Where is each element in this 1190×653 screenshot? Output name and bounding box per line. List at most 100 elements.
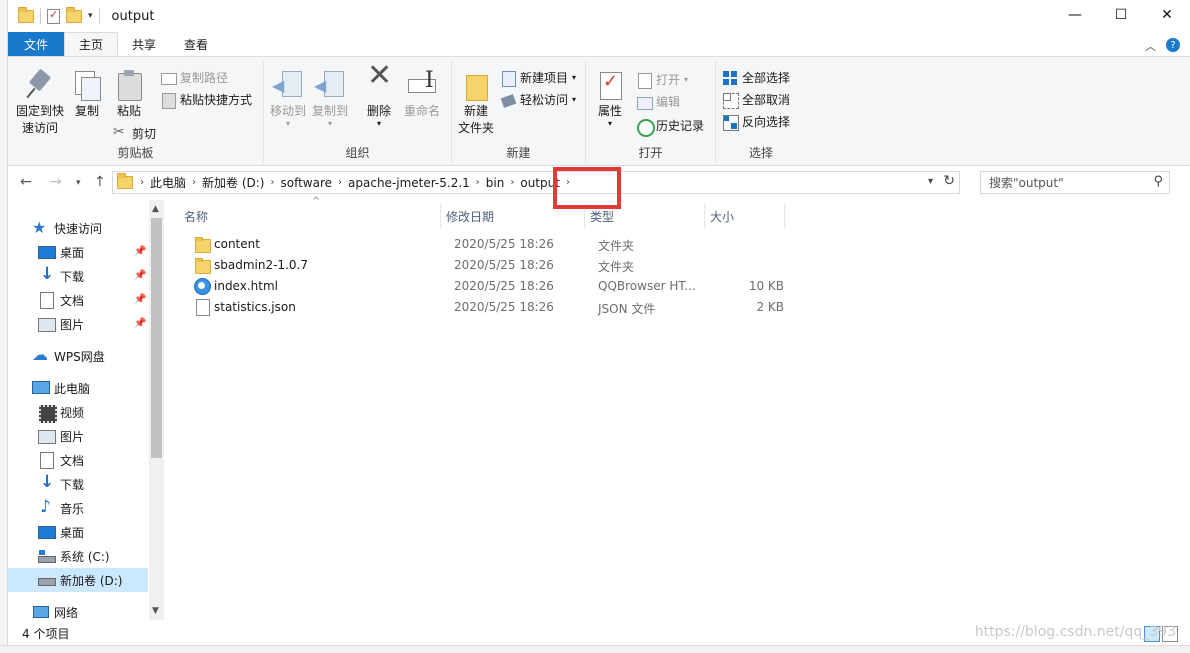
close-button[interactable]: ✕ bbox=[1144, 0, 1190, 30]
tab-view[interactable]: 查看 bbox=[170, 32, 222, 56]
nav-label: 桌面 bbox=[60, 245, 85, 260]
maximize-button[interactable]: ☐ bbox=[1098, 0, 1144, 30]
breadcrumb-drive-d[interactable]: 新加卷 (D:) bbox=[197, 174, 269, 191]
pin-to-quick-access-button[interactable]: 固定到快 速访问 bbox=[14, 69, 66, 137]
file-type: 文件夹 bbox=[598, 239, 635, 253]
breadcrumb-bin[interactable]: bin bbox=[481, 176, 510, 190]
open-button[interactable]: 打开 ▾ bbox=[636, 71, 688, 89]
cut-button[interactable]: 剪切 bbox=[112, 124, 156, 142]
search-input[interactable]: 搜索"output" ⚲ bbox=[980, 171, 1170, 194]
column-divider[interactable] bbox=[704, 204, 705, 228]
file-list: ^ 名称 修改日期 类型 大小 content 2020/5/25 18:26 … bbox=[166, 196, 1190, 620]
back-arrow-icon[interactable]: ← bbox=[20, 174, 32, 190]
column-header-name[interactable]: 名称 bbox=[184, 204, 208, 228]
computer-icon bbox=[32, 380, 50, 396]
group-label-open: 打开 bbox=[638, 146, 663, 160]
forward-arrow-icon[interactable]: → bbox=[50, 174, 62, 190]
history-icon bbox=[636, 118, 655, 137]
nav-item-music[interactable]: 音乐 bbox=[38, 496, 84, 520]
search-icon[interactable]: ⚲ bbox=[1153, 174, 1163, 189]
breadcrumb-software[interactable]: software bbox=[275, 176, 337, 190]
move-to-button[interactable]: 移动到 ▾ bbox=[268, 69, 308, 128]
breadcrumb-separator-icon[interactable]: › bbox=[565, 177, 571, 188]
table-row[interactable]: index.html 2020/5/25 18:26 QQBrowser HT.… bbox=[166, 276, 786, 297]
column-divider[interactable] bbox=[584, 204, 585, 228]
quick-access-toolbar: ▾ bbox=[8, 6, 100, 24]
nav-item-pc-downloads[interactable]: 下载 bbox=[38, 472, 84, 496]
select-none-button[interactable]: 全部取消 bbox=[722, 91, 790, 109]
nav-item-drive-c[interactable]: 系统 (C:) bbox=[38, 544, 110, 568]
nav-item-drive-d[interactable]: 新加卷 (D:) bbox=[8, 568, 148, 592]
column-header-size[interactable]: 大小 bbox=[710, 204, 734, 228]
breadcrumb-this-pc[interactable]: 此电脑 bbox=[145, 174, 191, 191]
new-folder-button[interactable]: 新建 文件夹 bbox=[456, 69, 496, 137]
select-none-icon bbox=[722, 92, 739, 109]
invert-selection-button[interactable]: 反向选择 bbox=[722, 113, 790, 131]
column-divider[interactable] bbox=[440, 204, 441, 228]
delete-button[interactable]: 删除 ▾ bbox=[362, 67, 396, 128]
nav-item-documents[interactable]: 文档 bbox=[38, 288, 84, 312]
nav-item-pc-documents[interactable]: 文档 bbox=[38, 448, 84, 472]
copy-to-button[interactable]: 复制到 ▾ bbox=[310, 69, 350, 128]
table-row[interactable]: statistics.json 2020/5/25 18:26 JSON 文件 … bbox=[166, 297, 786, 318]
scroll-down-chevron-icon[interactable]: ▼ bbox=[152, 606, 159, 616]
tab-share[interactable]: 共享 bbox=[118, 32, 170, 56]
minimize-button[interactable]: — bbox=[1052, 0, 1098, 30]
drive-icon bbox=[38, 572, 56, 588]
easy-access-button[interactable]: 轻松访问 ▾ bbox=[500, 91, 576, 108]
edit-button[interactable]: 编辑 bbox=[636, 93, 680, 110]
address-bar[interactable]: › 此电脑 › 新加卷 (D:) › software › apache-jme… bbox=[112, 171, 960, 194]
nav-item-downloads[interactable]: 下载 bbox=[38, 264, 84, 288]
table-row[interactable]: content 2020/5/25 18:26 文件夹 bbox=[166, 234, 786, 255]
nav-quick-access[interactable]: 快速访问 bbox=[32, 216, 102, 240]
column-header-modified[interactable]: 修改日期 bbox=[446, 204, 494, 228]
music-icon bbox=[38, 497, 54, 517]
properties-icon[interactable] bbox=[47, 8, 60, 24]
rename-button[interactable]: 重命名 bbox=[402, 69, 442, 120]
nav-item-pc-desktop[interactable]: 桌面 bbox=[38, 520, 84, 544]
history-button[interactable]: 历史记录 bbox=[636, 117, 704, 137]
paste-shortcut-button[interactable]: 粘贴快捷方式 bbox=[160, 91, 253, 109]
nav-item-pictures[interactable]: 图片 bbox=[38, 312, 84, 336]
help-icon[interactable]: ? bbox=[1166, 38, 1180, 52]
edit-icon bbox=[636, 94, 653, 110]
navigation-scrollbar[interactable]: ▲ ▼ bbox=[149, 200, 164, 620]
column-divider[interactable] bbox=[784, 204, 785, 228]
column-header-type[interactable]: 类型 bbox=[590, 204, 614, 228]
collapse-ribbon-chevron-icon[interactable]: ︿ bbox=[1145, 38, 1156, 54]
group-label-organize: 组织 bbox=[345, 146, 370, 160]
new-folder-icon[interactable] bbox=[66, 6, 82, 23]
nav-item-pc-pictures[interactable]: 图片 bbox=[38, 424, 84, 448]
nav-this-pc[interactable]: 此电脑 bbox=[32, 376, 90, 400]
breadcrumb-jmeter[interactable]: apache-jmeter-5.2.1 bbox=[343, 176, 475, 190]
paste-shortcut-label: 粘贴快捷方式 bbox=[180, 93, 253, 107]
address-history-chevron-icon[interactable]: ▾ bbox=[928, 176, 933, 187]
nav-network[interactable]: 网络 bbox=[32, 600, 78, 620]
copy-path-button[interactable]: 复制路径 bbox=[160, 69, 228, 86]
nav-item-desktop[interactable]: 桌面 bbox=[38, 240, 84, 264]
scroll-up-chevron-icon[interactable]: ▲ bbox=[152, 204, 159, 214]
paste-button[interactable]: 粘贴 bbox=[112, 69, 146, 120]
group-label-new: 新建 bbox=[506, 146, 531, 160]
customize-toolbar-chevron-icon[interactable]: ▾ bbox=[88, 11, 93, 21]
select-all-button[interactable]: 全部选择 bbox=[722, 69, 790, 86]
properties-button[interactable]: 属性 ▾ bbox=[592, 69, 628, 128]
chevron-down-icon: ▾ bbox=[327, 119, 332, 128]
tab-home[interactable]: 主页 bbox=[64, 32, 119, 56]
toolbar-separator bbox=[40, 8, 41, 24]
rename-icon bbox=[406, 69, 438, 101]
up-arrow-icon[interactable]: ↑ bbox=[94, 174, 106, 190]
nav-wps-drive[interactable]: WPS网盘 bbox=[32, 344, 105, 368]
recent-locations-chevron-icon[interactable]: ▾ bbox=[76, 178, 81, 188]
nav-item-videos[interactable]: 视频 bbox=[38, 400, 84, 424]
scrollbar-thumb[interactable] bbox=[151, 218, 162, 458]
move-to-label: 移动到 bbox=[269, 104, 306, 118]
copy-button[interactable]: 复制 bbox=[70, 69, 104, 120]
refresh-icon[interactable]: ↻ bbox=[943, 173, 955, 189]
table-row[interactable]: sbadmin2-1.0.7 2020/5/25 18:26 文件夹 bbox=[166, 255, 786, 276]
tab-file[interactable]: 文件 bbox=[8, 32, 65, 56]
breadcrumb-output[interactable]: output bbox=[515, 176, 565, 190]
new-item-button[interactable]: 新建项目 ▾ bbox=[500, 69, 576, 87]
video-icon bbox=[38, 404, 57, 423]
copy-icon bbox=[71, 69, 103, 101]
